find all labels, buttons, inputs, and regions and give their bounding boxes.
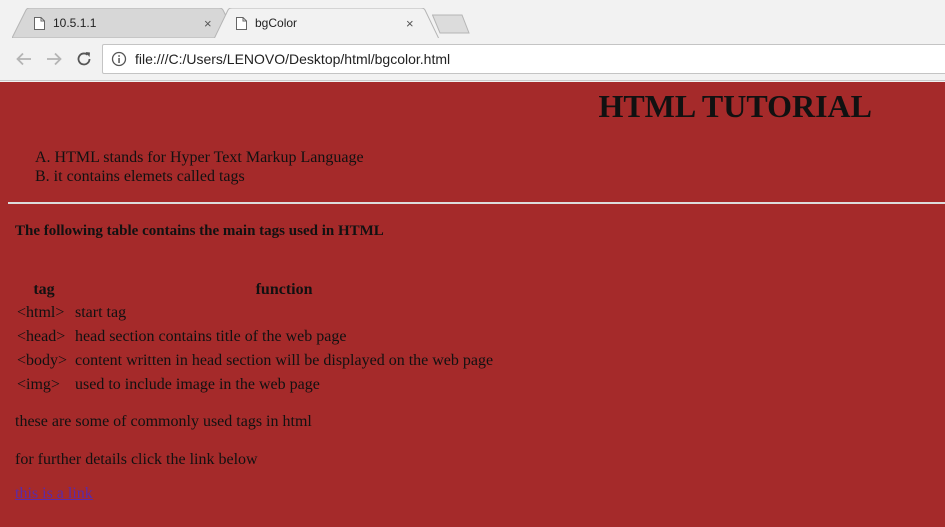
tags-table: tag function <html> start tag <head> hea… — [14, 278, 496, 398]
tab-10-5-1-1[interactable]: 10.5.1.1 × — [34, 8, 234, 38]
url-text[interactable]: file:///C:/Users/LENOVO/Desktop/html/bgc… — [135, 51, 450, 67]
intro-list: A. HTML stands for Hyper Text Markup Lan… — [35, 148, 364, 186]
tag-cell: <body> — [17, 352, 68, 369]
table-row: <body> content written in head section w… — [16, 350, 494, 372]
paragraph-further-details: for further details click the link below — [15, 451, 258, 468]
forward-arrow-icon — [47, 52, 62, 66]
horizontal-rule — [8, 202, 945, 204]
new-tab-button[interactable] — [431, 14, 470, 39]
tab-title: 10.5.1.1 — [53, 16, 97, 30]
function-cell: start tag — [75, 304, 127, 321]
info-icon[interactable] — [111, 51, 127, 67]
tag-cell: <img> — [17, 376, 60, 393]
reload-button[interactable] — [74, 48, 94, 70]
back-button[interactable] — [14, 48, 34, 70]
tag-cell: <head> — [17, 328, 66, 345]
reload-icon — [77, 52, 91, 66]
tag-cell: <html> — [17, 304, 65, 321]
table-row: <img> used to include image in the web p… — [16, 374, 494, 396]
function-cell: head section contains title of the web p… — [75, 328, 347, 345]
browser-toolbar: file:///C:/Users/LENOVO/Desktop/html/bgc… — [0, 38, 945, 81]
function-cell: used to include image in the web page — [75, 376, 320, 393]
forward-button[interactable] — [44, 48, 64, 70]
tab-close-button[interactable]: × — [204, 16, 212, 31]
column-header-tag: tag — [33, 281, 55, 298]
page-body: HTML TUTORIAL A. HTML stands for Hyper T… — [0, 82, 945, 527]
list-item: B. it contains elemets called tags — [35, 168, 245, 185]
tab-strip: 10.5.1.1 × bgColor × — [0, 0, 945, 39]
tab-title: bgColor — [255, 16, 298, 30]
table-intro: The following table contains the main ta… — [15, 223, 384, 239]
table-row: <head> head section contains title of th… — [16, 326, 494, 348]
list-item: A. HTML stands for Hyper Text Markup Lan… — [35, 149, 364, 166]
paragraph-common-tags: these are some of commonly used tags in … — [15, 413, 312, 430]
back-arrow-icon — [16, 52, 31, 66]
details-link[interactable]: this is a link — [15, 485, 93, 503]
table-header-row: tag function — [16, 280, 494, 300]
function-cell: content written in head section will be … — [75, 352, 494, 369]
column-header-function: function — [255, 281, 313, 298]
tab-bgcolor[interactable]: bgColor × — [236, 8, 436, 38]
tab-close-button[interactable]: × — [406, 16, 414, 31]
page-icon — [34, 16, 45, 30]
table-row: <html> start tag — [16, 302, 494, 324]
page-icon — [236, 16, 247, 30]
page-heading: HTML TUTORIAL — [598, 88, 872, 124]
address-bar[interactable]: file:///C:/Users/LENOVO/Desktop/html/bgc… — [102, 44, 945, 74]
